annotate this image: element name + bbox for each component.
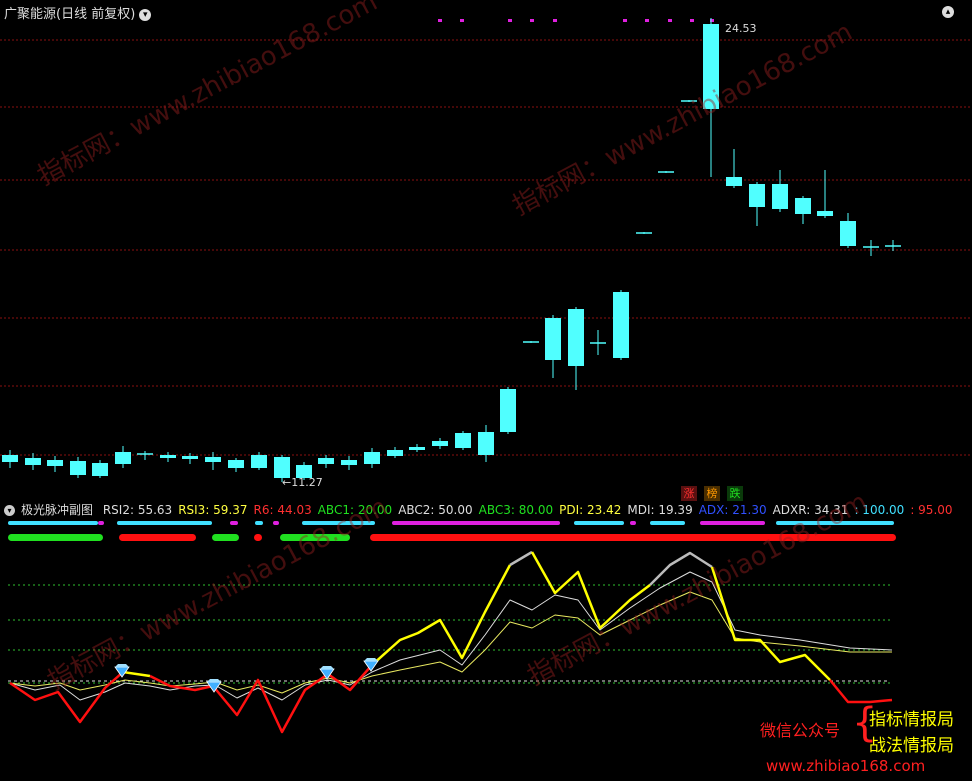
candle-down [364,452,380,464]
indicator-value: PDI: 23.42 [559,503,622,517]
candle-down [500,389,516,432]
r6-line [122,670,151,678]
signal-bar [574,521,624,525]
chevron-down-icon[interactable]: ▾ [4,505,15,516]
diamond-icon [320,666,334,669]
signal-dot [460,19,464,22]
indicator-value: ABC2: 50.00 [398,503,473,517]
signal-bar [98,521,104,525]
candle-down [274,457,290,478]
candle-down [840,221,856,246]
candle-down [613,292,629,358]
indicator-name[interactable]: 极光脉冲副图 [21,503,93,517]
diamond-icon [364,658,378,661]
candle-down [160,455,176,458]
candle-down [2,455,18,462]
signal-bar [254,534,262,541]
candle-down [455,433,471,448]
indicator-value: MDI: 19.39 [627,503,693,517]
candle-down [545,318,561,360]
high-price-label: 24.53 [725,22,757,35]
signal-dot [508,19,512,22]
signal-dot [553,19,557,22]
signal-bar [212,534,239,541]
r6-line [149,664,373,734]
brand-line1: 指标情报局 [869,710,954,730]
candle-down [115,452,131,464]
candle-down [318,458,334,464]
collapse-icon[interactable]: ▴ [942,6,954,18]
chevron-down-icon[interactable]: ▾ [139,8,152,21]
signal-dot [438,19,442,22]
indicator-value: ABC3: 80.00 [478,503,554,517]
candle-down [726,177,742,186]
candle-down [409,447,425,450]
candle-down [341,460,357,465]
candle-down [205,457,221,462]
signal-bar [630,521,636,525]
site-url[interactable]: www.zhibiao168.com [766,757,925,775]
candle-down [772,184,788,209]
candle-down [182,456,198,459]
signal-bar [8,534,103,541]
indicator-value: RSI3: 59.37 [178,503,248,517]
signal-bar [700,521,765,525]
stock-title[interactable]: 广聚能源(日线 前复权) ▾ [4,3,152,22]
signal-bar [117,521,212,525]
signal-bar [273,521,279,525]
candle-down [478,432,494,455]
signal-bar [255,521,263,525]
candle-down [432,441,448,446]
signal-bar [119,534,196,541]
tag-rise[interactable]: 涨 [681,486,697,501]
price-chart[interactable] [0,0,972,498]
signal-bar [8,521,98,525]
candle-down [387,450,403,456]
candle-down [795,198,811,214]
signal-bar [392,521,560,525]
signal-bar [230,521,238,525]
wechat-label: 微信公众号 [760,721,841,740]
candle-down [568,309,584,366]
r6-line [509,550,533,567]
candle-down [228,460,244,468]
candle-down [749,184,765,207]
indicator-value: ADX: 21.30 [698,503,767,517]
candle-down [25,458,41,465]
low-price-label: ←11.27 [282,476,323,489]
candle-down [251,455,267,468]
indicator-value: RSI2: 55.63 [102,503,173,517]
candle-down [70,461,86,475]
signal-dot [645,19,649,22]
candle-down [92,463,108,476]
signal-bar [650,521,685,525]
indicator-value: : 95.00 [910,503,953,517]
tag-rank[interactable]: 榜 [704,486,720,501]
diamond-icon [363,660,379,672]
indicator-value: R6: 44.03 [253,503,312,517]
tag-fall[interactable]: 跌 [727,486,743,501]
candle-down [817,211,833,216]
signal-dot [668,19,672,22]
candle-down [47,460,63,466]
diamond-icon [207,679,221,682]
signal-dot [623,19,627,22]
signal-dot [530,19,534,22]
signal-dot [690,19,694,22]
brand-line2: 战法情报局 [869,736,954,756]
